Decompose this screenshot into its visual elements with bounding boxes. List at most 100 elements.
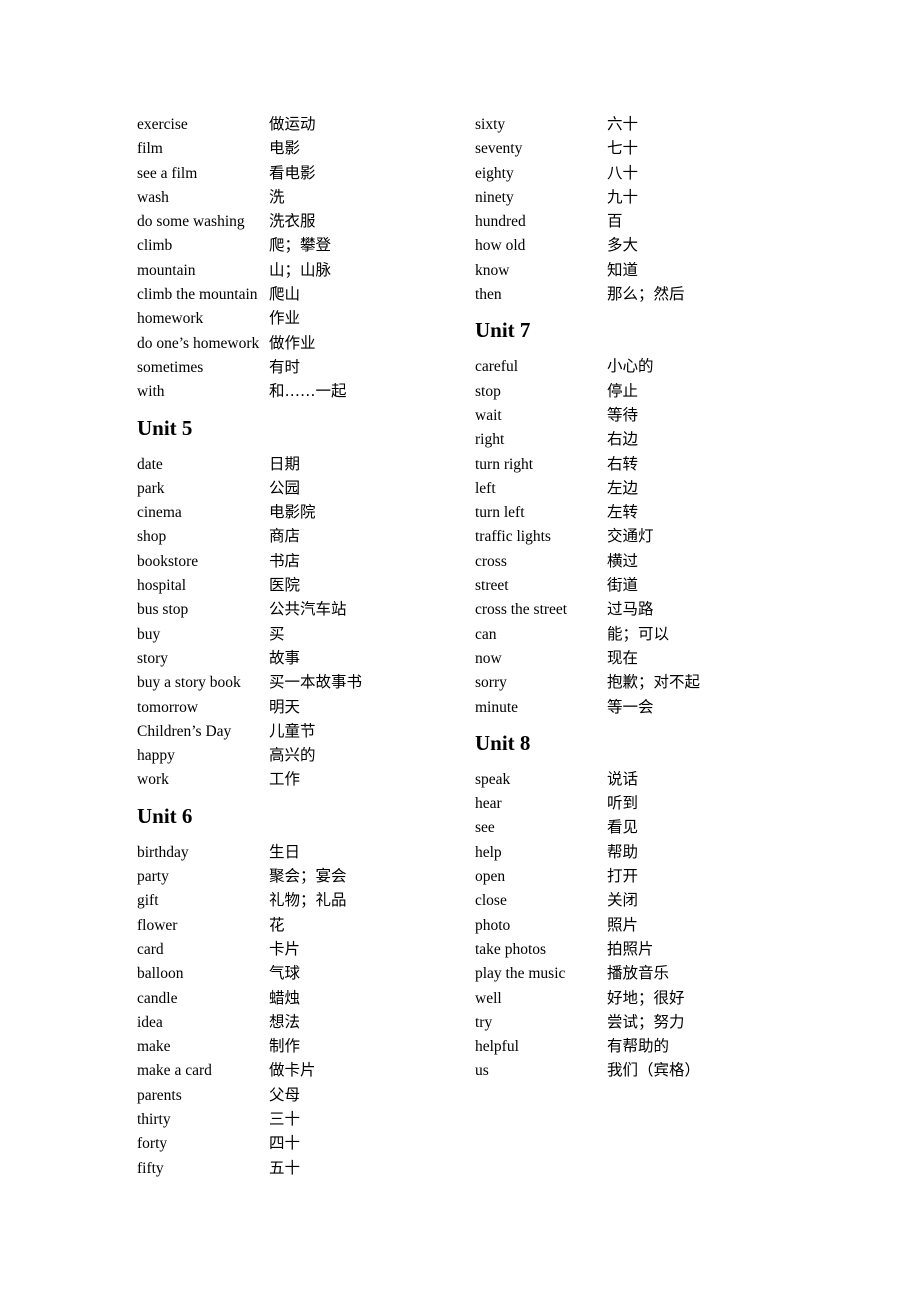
vocabulary-entry: minute 等一会 xyxy=(475,695,805,719)
vocabulary-entry: right 右边 xyxy=(475,427,805,451)
entry-term: well xyxy=(475,989,502,1007)
entry-term: helpful xyxy=(475,1038,519,1056)
entry-term: cross the street xyxy=(475,601,568,619)
entry-gloss: 街道 xyxy=(607,576,639,595)
entry-gloss: 儿童节 xyxy=(269,721,316,740)
vocabulary-entry: try 尝试；努力 xyxy=(475,1010,805,1034)
vocabulary-entry: story 故事 xyxy=(137,646,467,670)
entry-term: tomorrow xyxy=(137,698,199,716)
entry-term: film xyxy=(137,140,163,158)
entry-gloss: 商店 xyxy=(269,527,301,546)
vocabulary-entry: cross the street 过马路 xyxy=(475,597,805,621)
entry-gloss: 八十 xyxy=(607,163,639,182)
entry-term: seventy xyxy=(475,140,523,158)
entry-term: idea xyxy=(137,1013,163,1031)
entry-term: shop xyxy=(137,528,167,546)
entry-term: parents xyxy=(137,1086,182,1104)
entry-gloss: 制作 xyxy=(269,1037,301,1056)
entry-term: cinema xyxy=(137,504,182,522)
entry-gloss: 拍照片 xyxy=(607,939,654,958)
entry-term: careful xyxy=(475,358,519,376)
entry-term: climb xyxy=(137,237,173,255)
entry-gloss: 播放音乐 xyxy=(607,964,670,983)
vocabulary-entry: make 制作 xyxy=(137,1034,467,1058)
entry-gloss: 六十 xyxy=(607,115,639,133)
vocabulary-entry: then 那么；然后 xyxy=(475,282,805,306)
vocabulary-entry: hospital 医院 xyxy=(137,573,467,597)
entry-gloss: 买 xyxy=(269,624,285,643)
entry-term: party xyxy=(137,868,169,886)
entry-gloss: 和……一起 xyxy=(269,382,347,401)
entry-term: wash xyxy=(137,188,169,206)
entry-gloss: 四十 xyxy=(269,1134,301,1153)
entry-term: then xyxy=(475,286,502,304)
vocabulary-entry: now 现在 xyxy=(475,646,805,670)
entry-term: mountain xyxy=(137,261,196,279)
entry-term: make a card xyxy=(137,1062,212,1080)
vocabulary-entry: street 街道 xyxy=(475,573,805,597)
entry-term: see xyxy=(475,819,495,837)
vocabulary-entry: parents 父母 xyxy=(137,1083,467,1107)
entry-gloss: 做运动 xyxy=(269,115,316,133)
entry-term: bookstore xyxy=(137,552,199,570)
unit-heading: Unit 6 xyxy=(137,803,193,828)
vocabulary-entry: seventy 七十 xyxy=(475,136,805,160)
vocabulary-entry: shop 商店 xyxy=(137,524,467,548)
entry-term: hospital xyxy=(137,577,187,595)
entry-gloss: 山；山脉 xyxy=(269,260,332,279)
entry-term: hear xyxy=(475,795,502,813)
entry-gloss: 照片 xyxy=(607,915,639,934)
entry-gloss: 说话 xyxy=(607,769,639,788)
vocabulary-entry: film 电影 xyxy=(137,136,467,160)
vocabulary-entry: open 打开 xyxy=(475,864,805,888)
entry-term: work xyxy=(137,771,169,789)
entry-gloss: 百 xyxy=(607,212,623,231)
entry-term: make xyxy=(137,1038,171,1056)
vocabulary-entry: know 知道 xyxy=(475,258,805,282)
vocabulary-entry: card 卡片 xyxy=(137,937,467,961)
entry-term: bus stop xyxy=(137,601,189,619)
vocabulary-entry: birthday 生日 xyxy=(137,840,467,864)
page-columns: exercise 做运动 film 电影 see a film 看电影 wash 洗 do so… xyxy=(0,112,920,1180)
vocabulary-entry: left 左边 xyxy=(475,476,805,500)
entry-term: try xyxy=(475,1013,493,1031)
entry-gloss: 蜡烛 xyxy=(269,988,301,1007)
vocabulary-entry: wait 等待 xyxy=(475,403,805,427)
entry-gloss: 右边 xyxy=(607,430,639,449)
entry-term: wait xyxy=(475,406,502,424)
vocabulary-entry: park 公园 xyxy=(137,476,467,500)
vocabulary-entry: play the music 播放音乐 xyxy=(475,961,805,985)
entry-gloss: 故事 xyxy=(269,648,301,667)
entry-gloss: 礼物；礼品 xyxy=(269,891,347,910)
entry-gloss: 能；可以 xyxy=(607,624,670,643)
vocabulary-entry: help 帮助 xyxy=(475,840,805,864)
entry-term: ninety xyxy=(475,188,514,206)
entry-gloss: 买一本故事书 xyxy=(269,673,363,692)
vocabulary-entry: candle 蜡烛 xyxy=(137,986,467,1010)
entry-term: traffic lights xyxy=(475,528,551,546)
entry-gloss: 帮助 xyxy=(607,842,639,861)
entry-gloss: 做卡片 xyxy=(269,1061,316,1080)
entry-gloss: 等待 xyxy=(607,405,639,424)
vocabulary-entry: careful 小心的 xyxy=(475,354,805,378)
entry-term: candle xyxy=(137,989,178,1007)
vocabulary-entry: take photos 拍照片 xyxy=(475,937,805,961)
vocabulary-entry: date 日期 xyxy=(137,452,467,476)
entry-term: sometimes xyxy=(137,358,204,376)
entry-gloss: 高兴的 xyxy=(269,746,316,765)
entry-term: stop xyxy=(475,382,501,400)
entry-gloss: 花 xyxy=(269,915,285,934)
vocabulary-entry: happy 高兴的 xyxy=(137,743,467,767)
entry-gloss: 三十 xyxy=(269,1109,301,1128)
entry-gloss: 七十 xyxy=(607,139,639,158)
entry-gloss: 作业 xyxy=(269,309,301,328)
vocabulary-entry: gift 礼物；礼品 xyxy=(137,888,467,912)
entry-term: date xyxy=(137,455,163,473)
entry-gloss: 右转 xyxy=(607,454,639,473)
entry-term: thirty xyxy=(137,1110,171,1128)
vocabulary-page: exercise 做运动 film 电影 see a film 看电影 wash 洗 do so… xyxy=(0,0,920,1302)
entry-gloss: 公园 xyxy=(269,478,301,497)
vocabulary-entry: thirty 三十 xyxy=(137,1107,467,1131)
vocabulary-entry: Children’s Day 儿童节 xyxy=(137,719,467,743)
entry-gloss: 日期 xyxy=(269,454,301,473)
